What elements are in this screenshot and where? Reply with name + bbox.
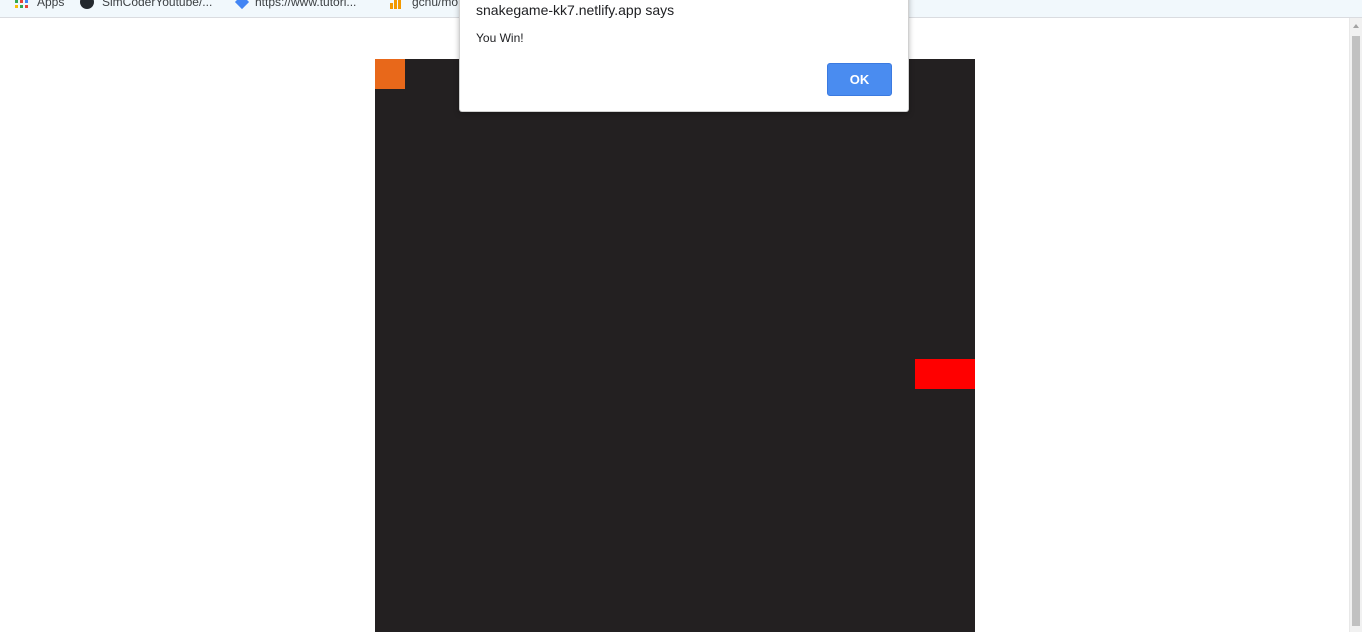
bookmark-chart[interactable]: gcnu/mo — [390, 0, 458, 10]
scroll-up-arrow-icon[interactable] — [1353, 24, 1359, 28]
bookmark-diamond-icon — [234, 0, 250, 9]
ok-button[interactable]: OK — [827, 63, 892, 96]
scrollbar-thumb[interactable] — [1352, 36, 1360, 626]
dialog-message: You Win! — [476, 31, 524, 45]
bookmark-label: https://www.tutori... — [255, 0, 357, 9]
bookmark-label: Apps — [37, 0, 65, 9]
food-block — [945, 359, 975, 389]
bookmark-label: SimCoderYoutube/... — [102, 0, 213, 9]
page-scrollbar[interactable] — [1349, 18, 1362, 632]
bar-chart-icon — [390, 0, 404, 9]
alert-dialog: snakegame-kk7.netlify.app says You Win! … — [459, 0, 909, 112]
bookmark-apps[interactable]: Apps — [15, 0, 64, 10]
bookmark-tutorial[interactable]: https://www.tutori... — [234, 0, 357, 10]
bookmark-github[interactable]: SimCoderYoutube/... — [80, 0, 212, 10]
github-icon — [80, 0, 94, 9]
apps-grid-icon — [15, 0, 29, 9]
food-block — [915, 359, 945, 389]
bookmark-label: gcnu/mo — [412, 0, 459, 9]
game-board[interactable] — [375, 59, 975, 632]
snake-segment — [375, 59, 405, 89]
dialog-title: snakegame-kk7.netlify.app says — [476, 2, 675, 18]
